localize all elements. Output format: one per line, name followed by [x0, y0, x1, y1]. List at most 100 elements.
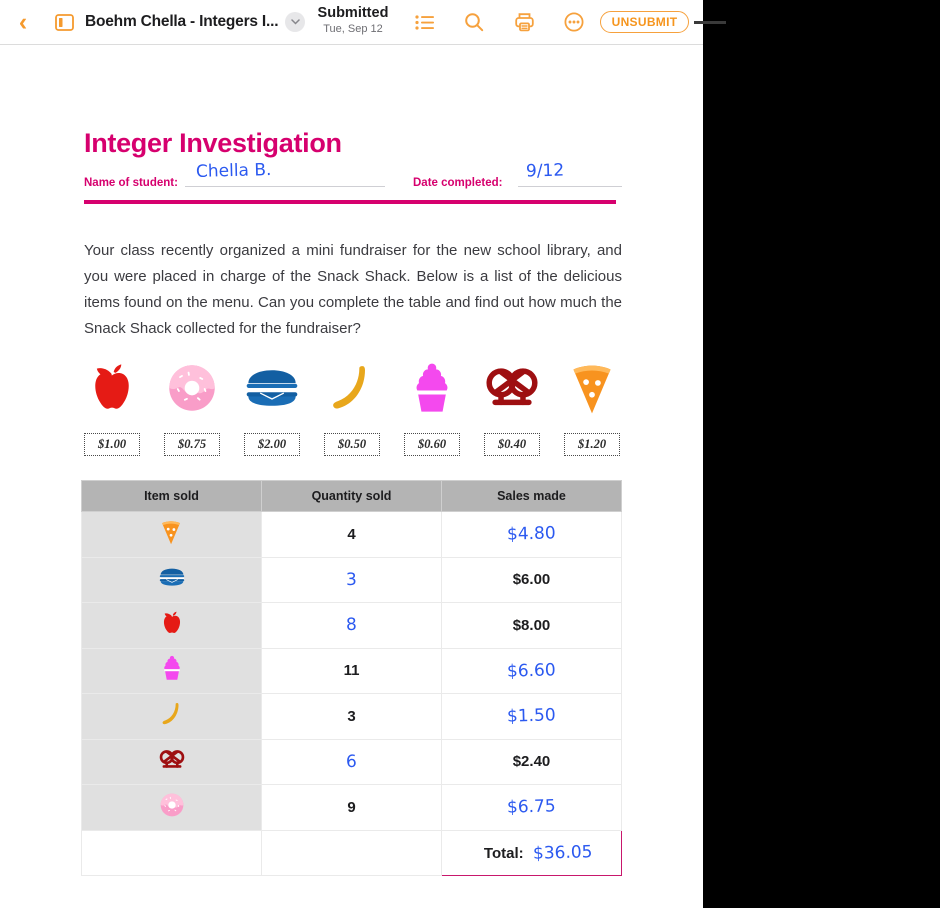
- price-tag-apple: $1.00: [84, 433, 140, 456]
- document-title[interactable]: Boehm Chella - Integers I...: [85, 0, 278, 44]
- name-field-label: Name of student:: [84, 177, 178, 189]
- price-row: $1.00 $0.75 $2.00 $0.50 $0.60 $0.40 $1.2…: [82, 433, 622, 457]
- chevron-left-icon: ‹: [19, 10, 27, 35]
- handwritten-quantity: 6: [346, 752, 357, 772]
- submission-status[interactable]: Submitted Tue, Sep 12: [313, 5, 393, 35]
- cell-sales-2[interactable]: $8.00: [442, 603, 622, 649]
- menu-item-pretzel: [482, 358, 542, 418]
- cell-item-0: [82, 512, 262, 558]
- cell-sales-0[interactable]: $4.80: [442, 512, 622, 558]
- cell-quantity-4[interactable]: 3: [262, 694, 442, 740]
- name-field-value: Chella B.: [196, 160, 272, 182]
- title-dropdown-button[interactable]: [285, 12, 305, 32]
- back-button[interactable]: ‹: [8, 0, 38, 44]
- pizza-icon: [569, 361, 615, 415]
- page-title: Integer Investigation: [84, 128, 342, 159]
- date-field-line[interactable]: [518, 186, 622, 187]
- cell-item-2: [82, 603, 262, 649]
- price-tag-ice-cream: $0.60: [404, 433, 460, 456]
- price-tag-donut: $0.75: [164, 433, 220, 456]
- banana-icon: [326, 362, 378, 414]
- handwritten-quantity: 3: [346, 570, 357, 590]
- cell-sales-4[interactable]: $1.50: [442, 694, 622, 740]
- title-rule: [84, 200, 616, 204]
- cell-item-6: [82, 785, 262, 831]
- list-view-button[interactable]: [406, 0, 442, 44]
- price-tag-banana: $0.50: [324, 433, 380, 456]
- pretzel-icon: [485, 364, 539, 412]
- table-row: 3$1.50: [82, 694, 622, 740]
- search-icon: [464, 12, 484, 32]
- status-label: Submitted: [313, 5, 393, 22]
- menu-item-burger: [242, 358, 302, 418]
- banana-icon: [159, 701, 185, 727]
- cell-quantity-5[interactable]: 6: [262, 739, 442, 785]
- handwritten-sales: $4.80: [507, 524, 556, 545]
- menu-icon-row: [82, 358, 622, 418]
- callout-line: [694, 21, 726, 24]
- handwritten-sales: $6.60: [507, 660, 556, 681]
- cell-item-3: [82, 648, 262, 694]
- ice-cream-icon: [410, 362, 454, 414]
- status-date: Tue, Sep 12: [313, 23, 393, 36]
- donut-icon: [159, 792, 185, 818]
- bullet-list-icon: [415, 15, 434, 30]
- pizza-icon: [160, 519, 182, 545]
- table-row: 9$6.75: [82, 785, 622, 831]
- table-header-row: Item sold Quantity sold Sales made: [82, 481, 622, 512]
- name-field-line[interactable]: [185, 186, 385, 187]
- cell-item-5: [82, 739, 262, 785]
- table-row: 3 $6.00: [82, 557, 622, 603]
- price-tag-pretzel: $0.40: [484, 433, 540, 456]
- cell-sales-5[interactable]: $2.40: [442, 739, 622, 785]
- cell-quantity-3[interactable]: 11: [262, 648, 442, 694]
- cell-total-blank-1: [82, 830, 262, 876]
- handwritten-quantity: 8: [346, 615, 357, 635]
- cell-quantity-2[interactable]: 8: [262, 603, 442, 649]
- date-field-label: Date completed:: [413, 177, 502, 189]
- sales-table: Item sold Quantity sold Sales made 4 $4.8…: [81, 480, 622, 876]
- cell-sales-1[interactable]: $6.00: [442, 557, 622, 603]
- column-header-quantity: Quantity sold: [262, 481, 442, 512]
- document-window: ‹ Boehm Chella - Integers I... Submitted…: [0, 0, 703, 908]
- cell-quantity-0[interactable]: 4: [262, 512, 442, 558]
- apple-icon: [85, 361, 139, 415]
- ice-cream-icon: [161, 655, 183, 681]
- cell-total[interactable]: Total: $36.05: [442, 830, 622, 876]
- cell-quantity-1[interactable]: 3: [262, 557, 442, 603]
- table-row: 8 $8.00: [82, 603, 622, 649]
- apple-icon: [159, 610, 185, 636]
- print-icon: [515, 12, 534, 32]
- cell-sales-3[interactable]: $6.60: [442, 648, 622, 694]
- price-tag-burger: $2.00: [244, 433, 300, 456]
- cell-quantity-6[interactable]: 9: [262, 785, 442, 831]
- menu-item-pizza: [562, 358, 622, 418]
- column-header-sales: Sales made: [442, 481, 622, 512]
- chevron-down-icon: [291, 19, 300, 25]
- more-options-button[interactable]: [556, 0, 592, 44]
- cell-total-blank-2: [262, 830, 442, 876]
- table-row: 11 $6.60: [82, 648, 622, 694]
- cell-item-4: [82, 694, 262, 740]
- sidebar-toggle-button[interactable]: [48, 0, 80, 44]
- table-row: 6 $2.40: [82, 739, 622, 785]
- cell-item-1: [82, 557, 262, 603]
- burger-icon: [159, 567, 185, 587]
- table-row: 4 $4.80: [82, 512, 622, 558]
- price-tag-pizza: $1.20: [564, 433, 620, 456]
- table-total-row: Total: $36.05: [82, 830, 622, 876]
- cell-sales-6[interactable]: $6.75: [442, 785, 622, 831]
- menu-item-apple: [82, 358, 142, 418]
- print-button[interactable]: [506, 0, 542, 44]
- toolbar: ‹ Boehm Chella - Integers I... Submitted…: [0, 0, 703, 45]
- donut-icon: [166, 362, 218, 414]
- burger-icon: [245, 367, 299, 409]
- worksheet-page: Integer Investigation Name of student: C…: [0, 45, 703, 908]
- total-label: Total:: [484, 845, 524, 862]
- menu-item-donut: [162, 358, 222, 418]
- total-value: $36.05: [532, 842, 592, 864]
- instructions-paragraph: Your class recently organized a mini fun…: [84, 238, 622, 342]
- search-button[interactable]: [456, 0, 492, 44]
- unsubmit-button[interactable]: UNSUBMIT: [600, 11, 689, 33]
- table-body: 4 $4.80 3 $6.00 8 $8.00 11 $6.60: [82, 512, 622, 876]
